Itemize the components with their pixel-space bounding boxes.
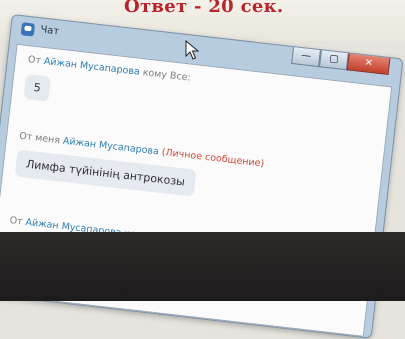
message-text: 5 [33,80,42,95]
message-text: Лимфа түйінінің антрокозы [25,157,186,189]
answer-timer-caption: Ответ - 20 сек. [124,0,284,17]
minimize-button[interactable]: — [291,47,321,68]
message-bubble: 5 [23,74,52,102]
window-title: Чат [39,24,60,38]
message-prefix: От [27,54,42,67]
mouse-pointer-icon [185,40,199,60]
sender-name: Айжан Мусапарова [43,55,141,78]
message-prefix: От [8,215,24,228]
message-prefix: От меня [18,130,61,147]
close-button[interactable]: ✕ [346,53,391,76]
private-message-label: (Личное сообщение) [161,146,265,170]
monitor-bezel [0,232,405,301]
sender-name: Айжан Мусапарова [62,135,160,158]
maximize-button[interactable]: ▢ [318,50,349,71]
chat-app-icon [20,22,36,37]
recipient-label: кому Все: [142,67,192,84]
window-controls: — ▢ ✕ [291,47,391,76]
